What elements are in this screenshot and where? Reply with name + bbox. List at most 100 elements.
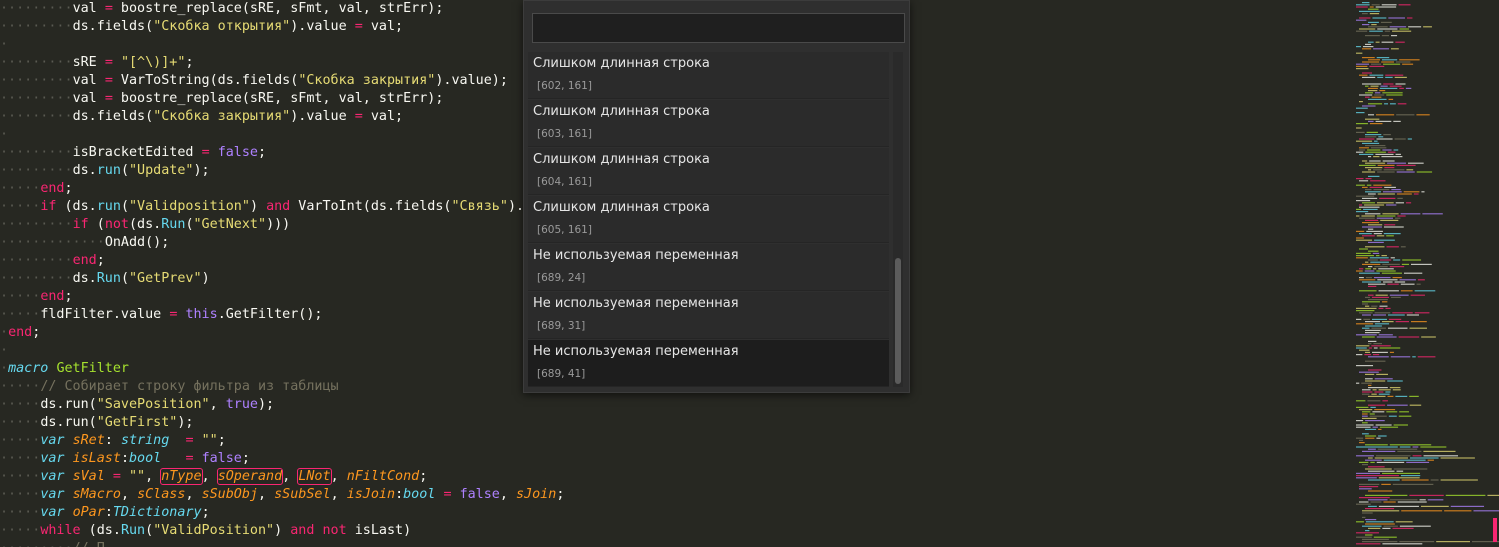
code-token: VarToString(ds.fields( bbox=[112, 73, 299, 88]
quick-panel-scrollbar[interactable] bbox=[893, 52, 903, 387]
code-line[interactable]: ·····ds.run("SavePosition", true); bbox=[0, 396, 274, 414]
minimap-code-mark bbox=[1365, 261, 1369, 263]
minimap-code-mark bbox=[1412, 356, 1416, 358]
code-token: end bbox=[72, 253, 97, 268]
minimap-code-mark bbox=[1365, 380, 1386, 382]
minimap-code-mark bbox=[1362, 541, 1398, 543]
minimap-code-mark bbox=[1365, 523, 1395, 525]
code-line[interactable]: ·········val = VarToString(ds.fields("Ск… bbox=[0, 72, 508, 90]
minimap-code-mark bbox=[1376, 373, 1388, 375]
minimap-code-mark bbox=[1365, 360, 1386, 362]
minimap-code-mark bbox=[1376, 217, 1394, 219]
minimap-code-mark bbox=[1373, 536, 1397, 538]
code-token: = bbox=[104, 73, 113, 88]
quick-panel-search-input[interactable] bbox=[532, 13, 905, 43]
code-line[interactable]: ·macro GetFilter bbox=[0, 360, 129, 378]
minimap-code-mark bbox=[1368, 356, 1389, 358]
minimap-code-mark bbox=[1369, 413, 1375, 415]
code-line[interactable]: ·····ds.run("GetFirst"); bbox=[0, 414, 194, 432]
minimap-code-mark bbox=[1362, 83, 1382, 85]
code-line[interactable]: ·····while (ds.Run("ValidPosition") and … bbox=[0, 522, 411, 540]
minimap-code-mark bbox=[1389, 294, 1409, 296]
code-token: var bbox=[40, 487, 65, 502]
minimap-code-mark bbox=[1395, 217, 1401, 219]
quick-panel-item[interactable]: Слишком длинная строка [603, 161] bbox=[528, 100, 889, 147]
minimap-code-mark bbox=[1383, 233, 1401, 235]
minimap-code-mark bbox=[1369, 74, 1384, 76]
minimap-code-mark bbox=[1368, 8, 1379, 10]
code-line[interactable]: ·····if (ds.run("Validposition") and Var… bbox=[0, 198, 524, 216]
minimap-code-mark bbox=[1362, 263, 1381, 265]
minimap-code-mark bbox=[1356, 354, 1363, 356]
quick-panel-item[interactable]: Не используемая переменная [689, 24] bbox=[528, 244, 889, 291]
indent-guide: ········· bbox=[0, 109, 73, 124]
code-line[interactable]: ·········end; bbox=[0, 252, 105, 270]
code-line[interactable]: · bbox=[0, 126, 8, 144]
code-line[interactable]: ·····var oPar:TDictionary; bbox=[0, 504, 210, 522]
code-line[interactable]: ·············OnAdd(); bbox=[0, 234, 169, 252]
minimap-code-mark bbox=[1384, 167, 1395, 169]
code-line[interactable]: ·····fldFilter.value = this.GetFilter(); bbox=[0, 306, 323, 324]
code-line[interactable]: ·········val = boostre_replace(sRE, sFmt… bbox=[0, 90, 443, 108]
code-line[interactable]: ·········ds.run("Update"); bbox=[0, 162, 210, 180]
code-line[interactable]: ·····var isLast:bool = false; bbox=[0, 450, 250, 468]
minimap-code-mark bbox=[1368, 499, 1388, 501]
minimap-code-mark bbox=[1356, 334, 1377, 336]
code-line[interactable]: ·········val = boostre_replace(sRE, sFmt… bbox=[0, 0, 443, 18]
code-line[interactable]: ·····var sVal = "", nType, sOperand, LNo… bbox=[0, 468, 427, 486]
minimap-code-mark bbox=[1359, 442, 1365, 444]
quick-panel-item[interactable]: Слишком длинная строка [604, 161] bbox=[528, 148, 889, 195]
code-line[interactable]: ·········ds.fields("Скобка закрытия").va… bbox=[0, 108, 403, 126]
minimap-code-mark bbox=[1383, 281, 1393, 283]
minimap-code-mark bbox=[1365, 118, 1380, 120]
quick-panel-item[interactable]: Не используемая переменная [689, 41] bbox=[528, 340, 889, 387]
minimap-code-mark bbox=[1399, 279, 1416, 281]
minimap-code-mark bbox=[1371, 345, 1391, 347]
minimap-code-mark bbox=[1372, 411, 1385, 413]
quick-panel-item[interactable]: Слишком длинная строка [605, 161] bbox=[528, 196, 889, 243]
code-line[interactable]: ·····end; bbox=[0, 288, 73, 306]
code-line[interactable]: ·········isBracketEdited = false; bbox=[0, 144, 266, 162]
minimap-code-mark bbox=[1359, 74, 1368, 76]
code-line[interactable]: ·····// Собирает строку фильтра из табли… bbox=[0, 378, 339, 396]
code-token: ; bbox=[96, 253, 105, 268]
minimap-code-mark bbox=[1359, 409, 1373, 411]
code-token: , bbox=[209, 397, 226, 412]
code-token: ).value); bbox=[435, 73, 508, 88]
code-token: "Скобка закрытия" bbox=[298, 73, 436, 88]
code-token: "Update" bbox=[129, 163, 194, 178]
minimap-code-mark bbox=[1365, 519, 1377, 521]
code-token: val bbox=[72, 73, 105, 88]
code-line[interactable]: ·····var sMacro, sClass, sSubObj, sSubSe… bbox=[0, 486, 564, 504]
code-line[interactable]: ·········ds.Run("GetPrev") bbox=[0, 270, 210, 288]
code-line[interactable]: ·········// П bbox=[0, 540, 105, 547]
minimap-code-mark bbox=[1362, 186, 1368, 188]
minimap-code-mark bbox=[1372, 351, 1388, 353]
minimap-code-mark bbox=[1377, 76, 1384, 78]
code-token: "SavePosition" bbox=[96, 397, 210, 412]
code-line[interactable]: ·····var sRet: string = ""; bbox=[0, 432, 226, 450]
minimap[interactable] bbox=[1354, 0, 1499, 547]
code-line[interactable]: ·········if (not(ds.Run("GetNext"))) bbox=[0, 216, 290, 234]
quick-panel-item[interactable]: Слишком длинная строка [602, 161] bbox=[528, 52, 889, 99]
minimap-code-mark bbox=[1382, 400, 1388, 402]
code-line[interactable]: ·········ds.fields("Скобка открытия").va… bbox=[0, 18, 403, 36]
code-line[interactable]: ·end; bbox=[0, 324, 40, 342]
minimap-code-mark bbox=[1356, 400, 1366, 402]
minimap-code-mark bbox=[1373, 156, 1380, 158]
code-line[interactable]: ·····end; bbox=[0, 180, 73, 198]
code-line[interactable]: · bbox=[0, 342, 8, 360]
code-line[interactable]: ·········sRE = "[^\)]+"; bbox=[0, 54, 194, 72]
code-token: "Скобка открытия" bbox=[153, 19, 291, 34]
code-line[interactable]: · bbox=[0, 36, 8, 54]
code-token: sSubSel bbox=[274, 487, 331, 502]
minimap-code-mark bbox=[1403, 272, 1423, 274]
minimap-code-mark bbox=[1365, 162, 1386, 164]
quick-panel-scrollbar-thumb[interactable] bbox=[895, 258, 901, 384]
code-token: nFiltCond bbox=[346, 469, 420, 484]
minimap-code-mark bbox=[1368, 299, 1388, 301]
minimap-code-mark bbox=[1373, 48, 1389, 50]
minimap-code-mark bbox=[1359, 279, 1376, 281]
quick-panel-item[interactable]: Не используемая переменная [689, 31] bbox=[528, 292, 889, 339]
